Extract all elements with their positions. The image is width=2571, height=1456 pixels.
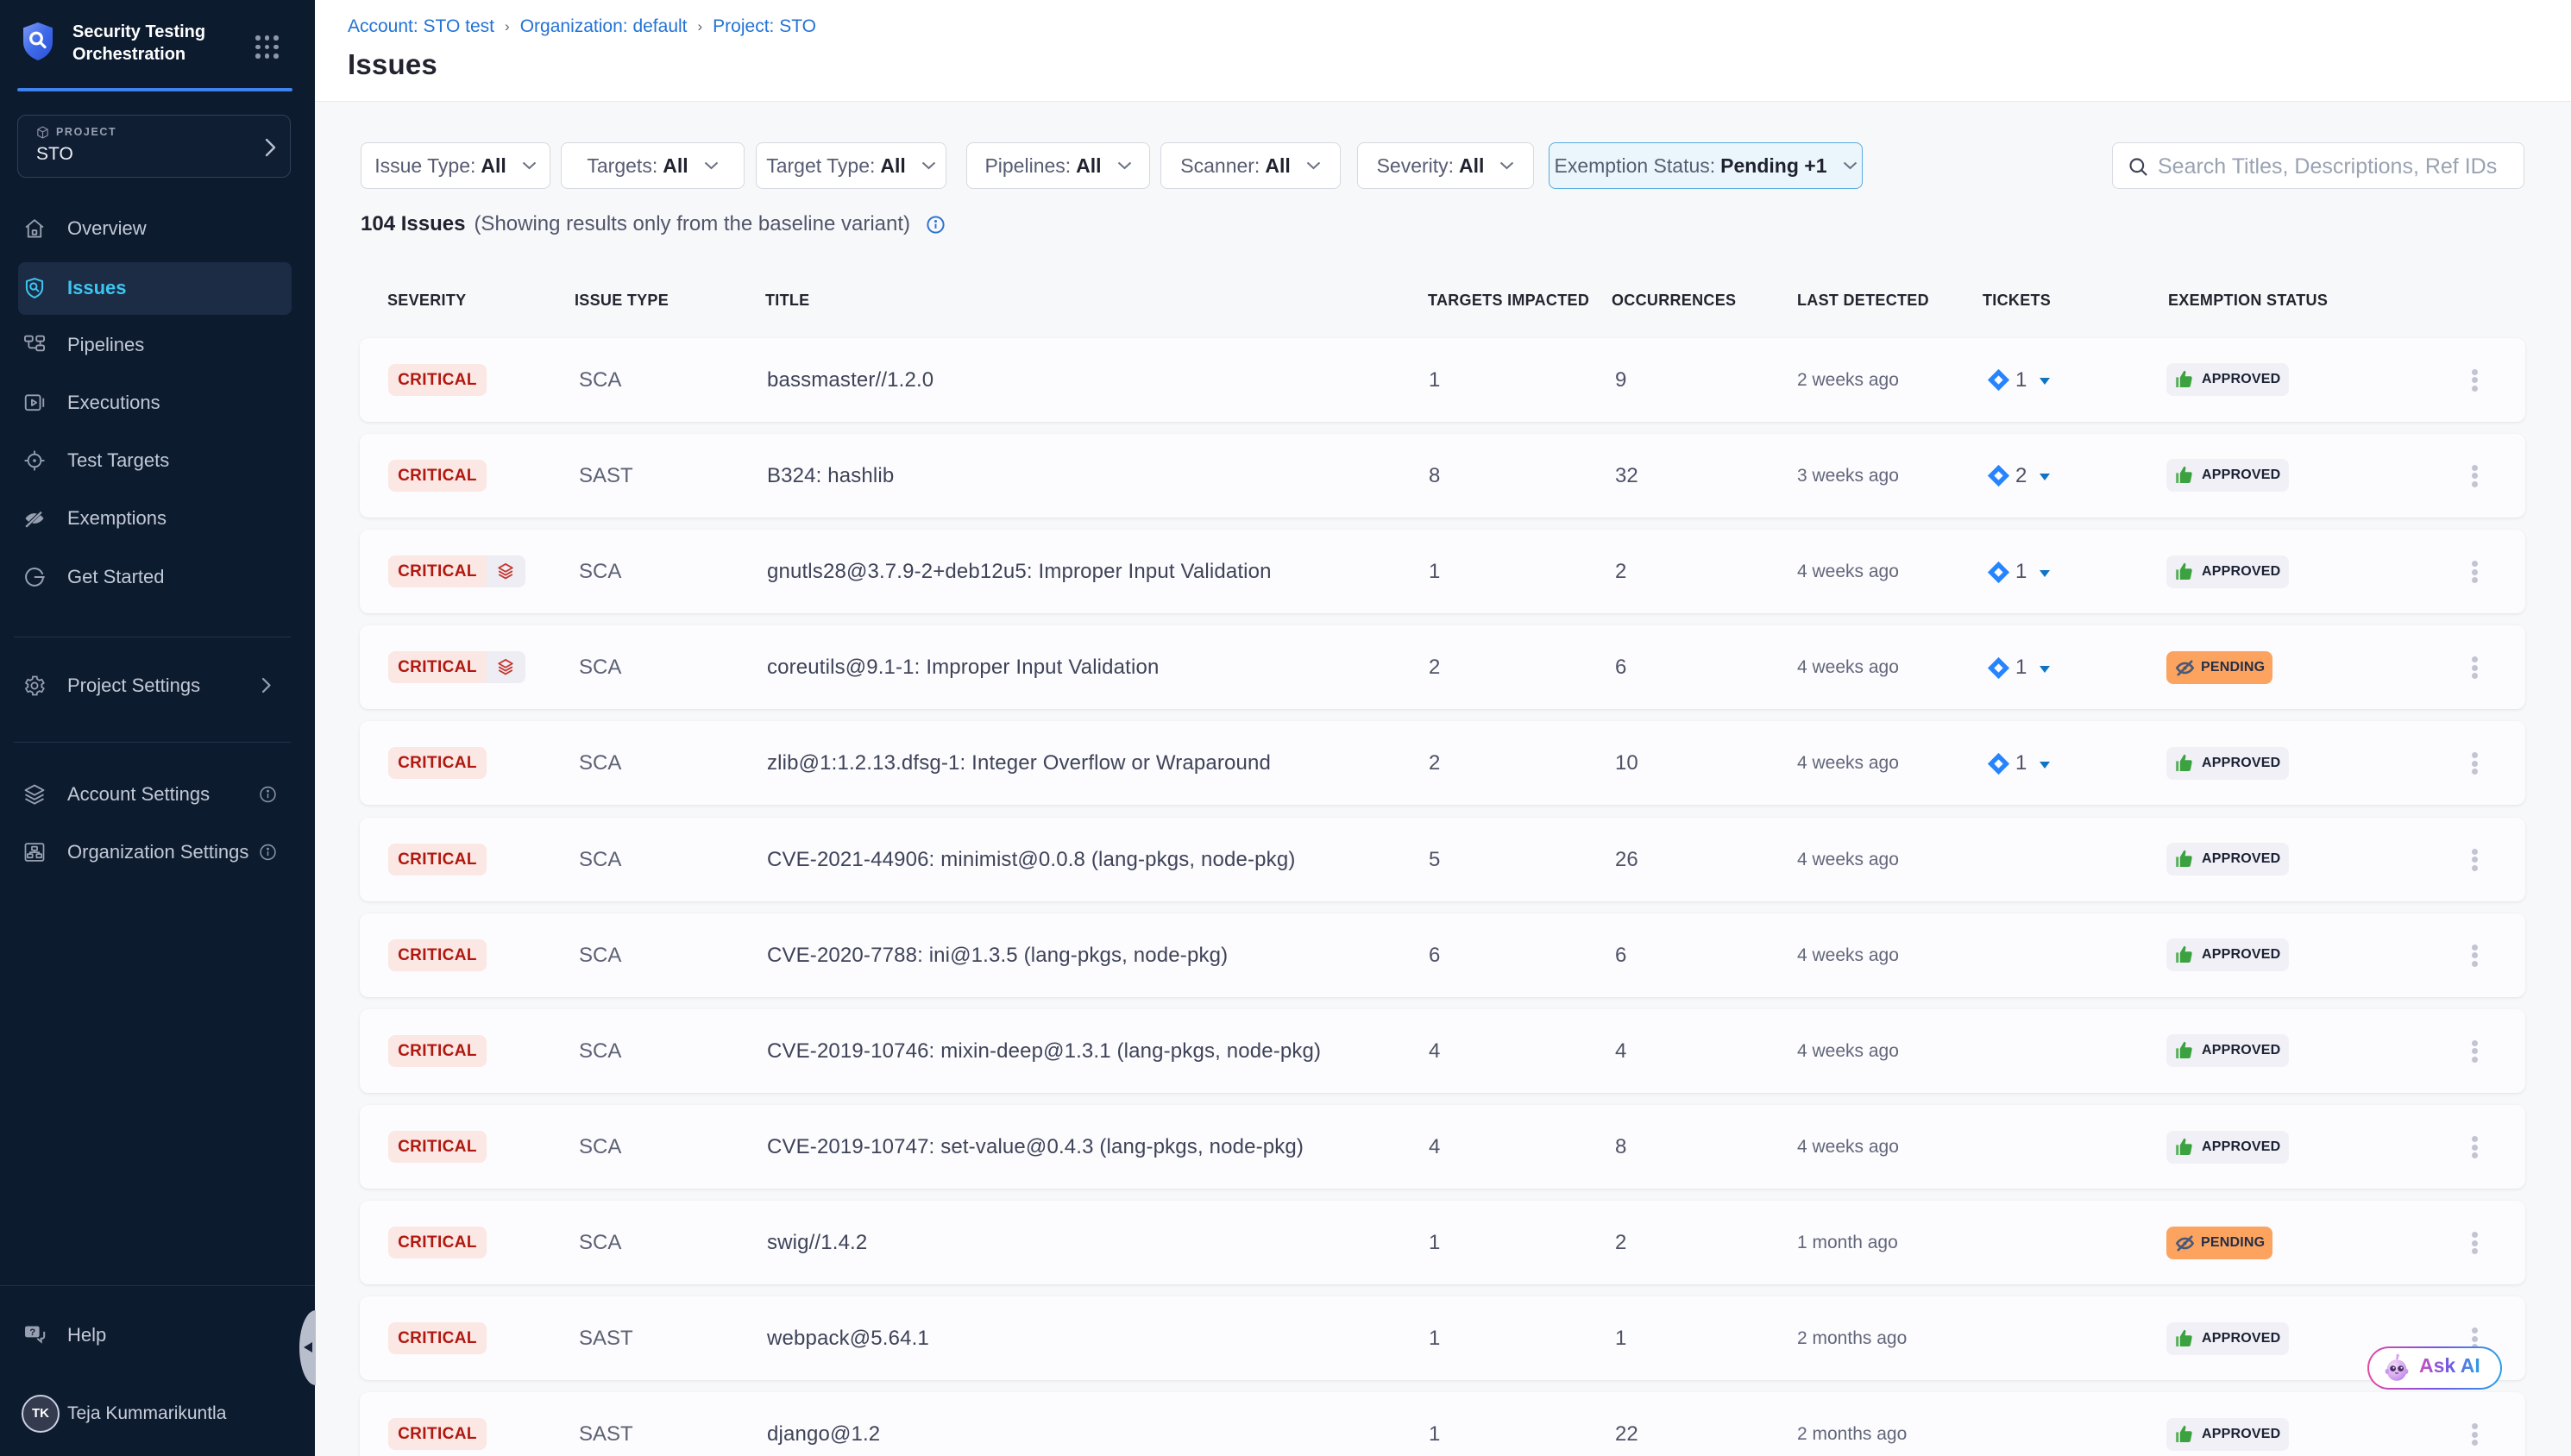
svg-text:?: ?	[29, 1327, 35, 1338]
